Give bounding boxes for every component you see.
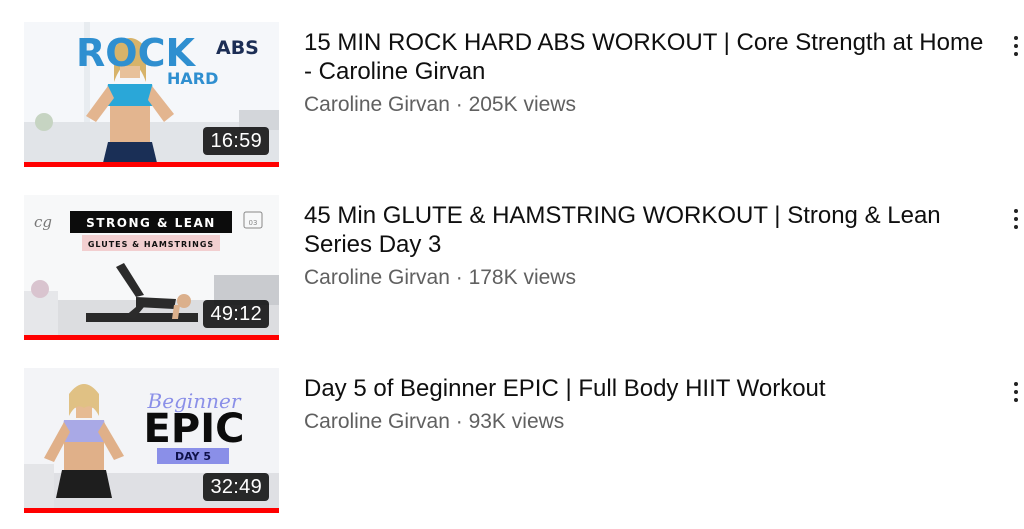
video-meta: Caroline Girvan · 93K views [304, 409, 564, 435]
watch-progress-bar [24, 508, 279, 513]
vertical-ellipsis-icon[interactable] [1002, 201, 1024, 237]
channel-name[interactable]: Caroline Girvan [304, 410, 450, 433]
video-meta: Caroline Girvan · 178K views [304, 265, 576, 291]
meta-separator: · [449, 266, 469, 289]
video-title[interactable]: 45 Min GLUTE & HAMSTRING WORKOUT | Stron… [304, 201, 994, 259]
video-thumbnail[interactable]: cg STRONG & LEAN GLUTES & HAMSTRINGS 03 … [24, 195, 279, 340]
vertical-ellipsis-icon[interactable] [1002, 374, 1024, 410]
video-thumbnail[interactable]: ROCK ABS HARD 16:59 [24, 22, 279, 167]
vertical-ellipsis-icon[interactable] [1002, 28, 1024, 64]
view-count: 93K views [468, 410, 565, 433]
channel-name[interactable]: Caroline Girvan [304, 266, 450, 289]
video-list: ROCK ABS HARD 16:59 15 MIN ROCK HARD ABS… [0, 0, 1024, 529]
video-thumbnail[interactable]: Beginner EPIC DAY 5 32:49 [24, 368, 279, 513]
meta-separator: · [449, 93, 469, 116]
watch-progress-fill [24, 162, 279, 167]
duration-badge: 49:12 [203, 300, 269, 328]
meta-separator: · [449, 410, 469, 433]
video-meta: Caroline Girvan · 205K views [304, 92, 576, 118]
watch-progress-bar [24, 162, 279, 167]
channel-name[interactable]: Caroline Girvan [304, 93, 450, 116]
video-item[interactable]: ROCK ABS HARD 16:59 15 MIN ROCK HARD ABS… [0, 22, 1024, 172]
view-count: 205K views [468, 93, 576, 116]
duration-badge: 16:59 [203, 127, 269, 155]
watch-progress-fill [24, 335, 279, 340]
video-title[interactable]: Day 5 of Beginner EPIC | Full Body HIIT … [304, 374, 994, 403]
video-item[interactable]: Beginner EPIC DAY 5 32:49 Day 5 of Begin… [0, 368, 1024, 518]
video-item[interactable]: cg STRONG & LEAN GLUTES & HAMSTRINGS 03 … [0, 195, 1024, 345]
video-title[interactable]: 15 MIN ROCK HARD ABS WORKOUT | Core Stre… [304, 28, 994, 86]
watch-progress-fill [24, 508, 279, 513]
view-count: 178K views [468, 266, 576, 289]
duration-badge: 32:49 [203, 473, 269, 501]
watch-progress-bar [24, 335, 279, 340]
